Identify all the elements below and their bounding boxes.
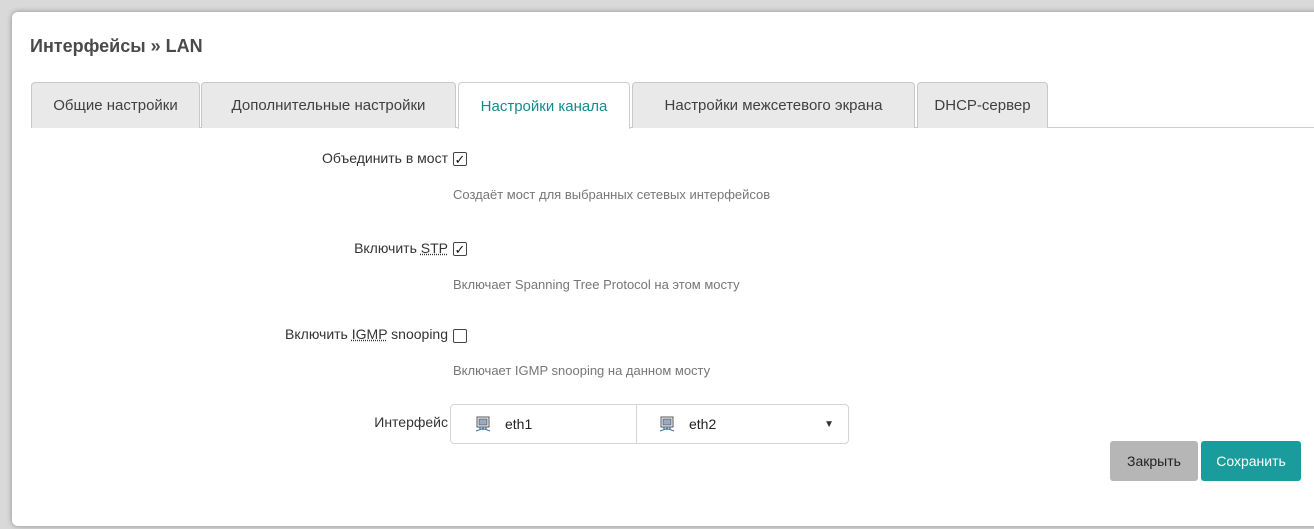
close-button[interactable]: Закрыть	[1110, 441, 1198, 481]
interface-dialog: Интерфейсы » LAN Общие настройки Дополни…	[12, 12, 1314, 526]
interface-item-eth2[interactable]: eth2 ▼	[637, 405, 848, 443]
interface-eth2-label: eth2	[689, 416, 717, 432]
dialog-title: Интерфейсы » LAN	[30, 36, 203, 56]
bridge-description: Создаёт мост для выбранных сетевых интер…	[453, 187, 771, 202]
save-button[interactable]: Сохранить	[1201, 441, 1301, 481]
tab-advanced[interactable]: Дополнительные настройки	[201, 82, 456, 128]
network-port-icon	[475, 416, 491, 432]
dropdown-arrow-icon[interactable]: ▼	[824, 419, 834, 430]
stp-label: Включить STP	[354, 240, 448, 256]
stp-abbr: STP	[420, 240, 448, 256]
interface-item-eth1[interactable]: eth1	[451, 405, 637, 443]
tab-physical[interactable]: Настройки канала	[458, 82, 630, 129]
igmp-label: Включить IGMP snooping	[285, 326, 448, 342]
igmp-description: Включает IGMP snooping на данном мосту	[453, 363, 711, 378]
stp-description: Включает Spanning Tree Protocol на этом …	[453, 277, 740, 292]
interface-eth1-label: eth1	[505, 416, 533, 432]
tab-general[interactable]: Общие настройки	[31, 82, 200, 128]
igmp-checkbox[interactable]	[453, 329, 467, 343]
stp-checkbox[interactable]: ✓	[453, 242, 467, 256]
bridge-checkbox[interactable]: ✓	[453, 152, 467, 166]
stp-label-prefix: Включить	[354, 240, 417, 256]
interface-label: Интерфейс	[374, 414, 448, 430]
igmp-label-suffix: snooping	[391, 326, 448, 342]
network-port-icon	[659, 416, 675, 432]
bridge-label: Объединить в мост	[322, 150, 448, 166]
igmp-abbr: IGMP	[351, 326, 388, 342]
tab-bar: Общие настройки Дополнительные настройки…	[31, 82, 1314, 129]
tab-dhcp[interactable]: DHCP-сервер	[917, 82, 1048, 128]
interface-multiselect[interactable]: eth1 eth2 ▼	[450, 404, 849, 444]
igmp-label-prefix: Включить	[285, 326, 348, 342]
tab-firewall[interactable]: Настройки межсетевого экрана	[632, 82, 915, 128]
